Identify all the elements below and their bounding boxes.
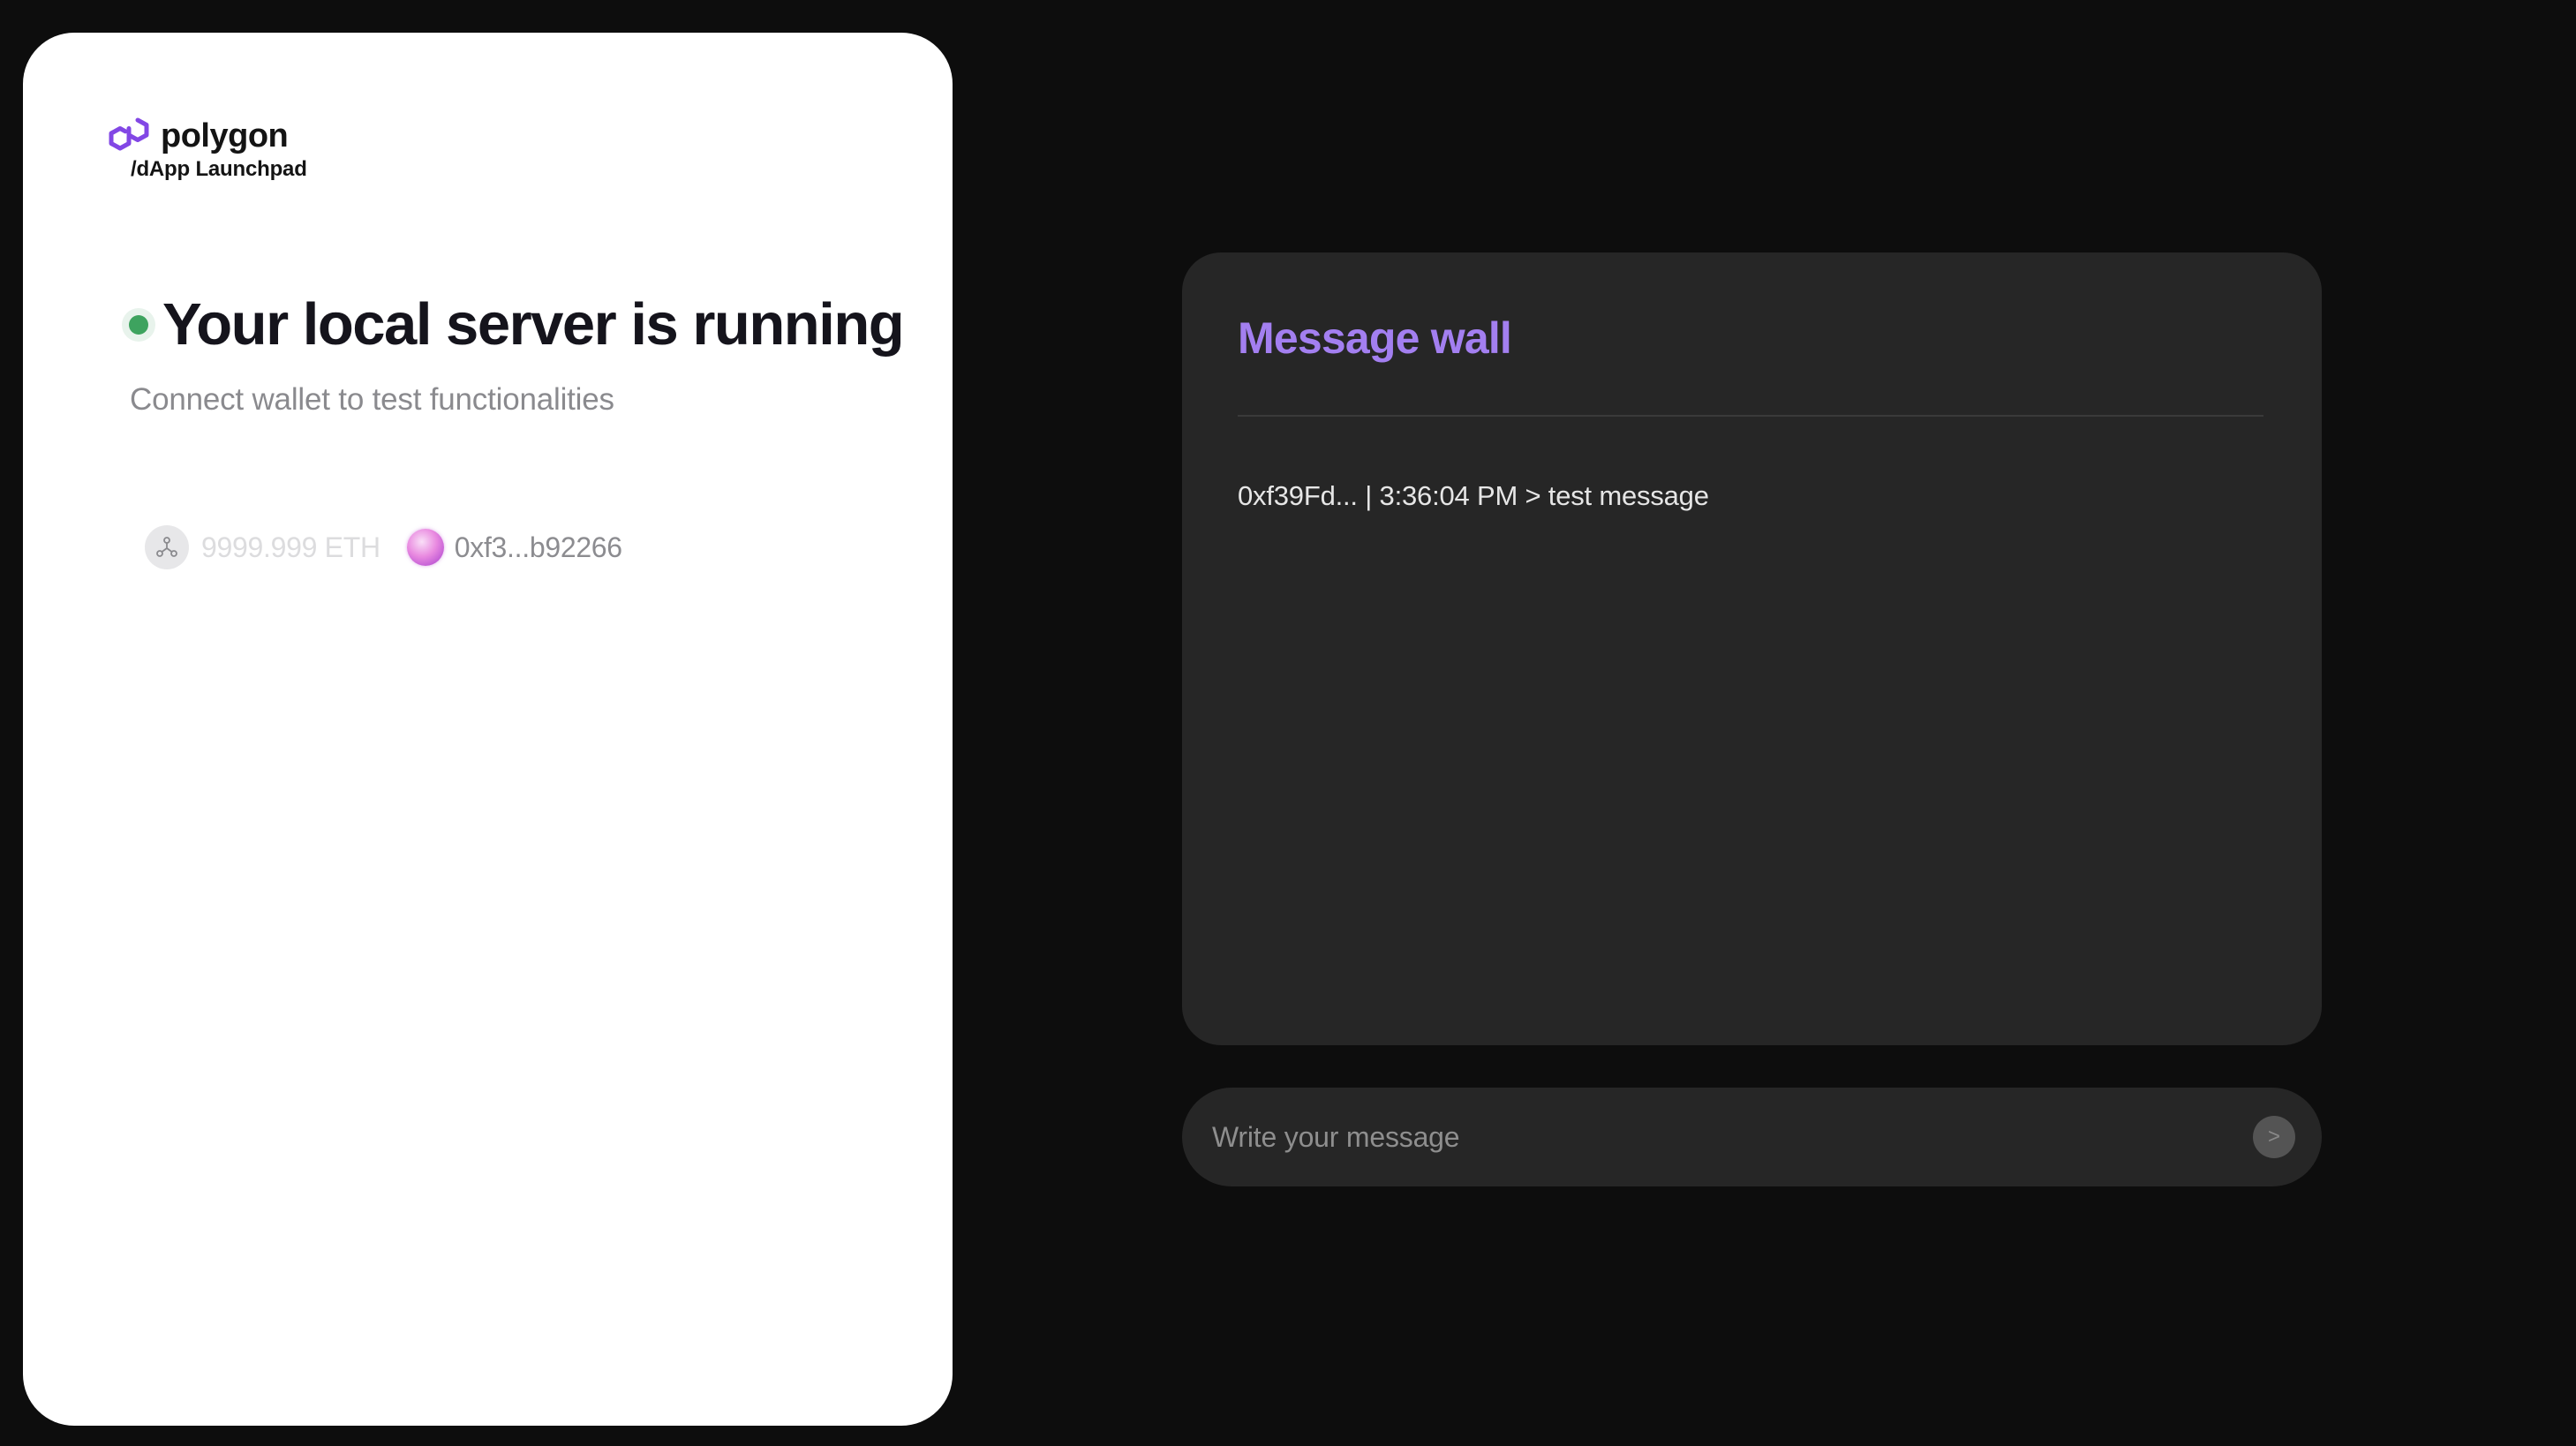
account-avatar-icon[interactable] xyxy=(406,529,444,566)
server-status: Your local server is running xyxy=(122,290,905,358)
send-button[interactable]: > xyxy=(2253,1116,2295,1158)
message-composer: > xyxy=(1182,1088,2322,1186)
wallet-info[interactable]: 9999.999 ETH 0xf3...b92266 xyxy=(145,525,622,569)
wallet-balance: 9999.999 ETH xyxy=(201,531,380,563)
message-list: 0xf39Fd... | 3:36:04 PM > test message xyxy=(1238,470,2266,523)
network-icon[interactable] xyxy=(145,525,189,569)
app-page: polygon /dApp Launchpad Your local serve… xyxy=(0,0,2576,1446)
message-wall-divider xyxy=(1238,415,2263,417)
brand-subtitle: /dApp Launchpad xyxy=(131,157,307,181)
brand-row: polygon xyxy=(108,117,307,155)
status-indicator-icon xyxy=(122,307,155,342)
page-title: Your local server is running xyxy=(162,291,905,358)
message-item: 0xf39Fd... | 3:36:04 PM > test message xyxy=(1238,480,1709,511)
launchpad-panel: polygon /dApp Launchpad Your local serve… xyxy=(23,33,953,1426)
status-indicator-dot xyxy=(129,314,148,335)
polygon-logo-icon xyxy=(109,117,149,151)
brand-name: polygon xyxy=(161,117,289,154)
message-wall: Message wall 0xf39Fd... | 3:36:04 PM > t… xyxy=(1182,252,2322,1045)
message-input[interactable] xyxy=(1210,1110,2253,1164)
page-subtitle: Connect wallet to test functionalities xyxy=(130,382,614,417)
brand: polygon /dApp Launchpad xyxy=(108,117,307,182)
message-wall-title: Message wall xyxy=(1238,313,1512,363)
wallet-address[interactable]: 0xf3...b92266 xyxy=(455,531,622,564)
network-glyph-icon xyxy=(156,537,177,557)
